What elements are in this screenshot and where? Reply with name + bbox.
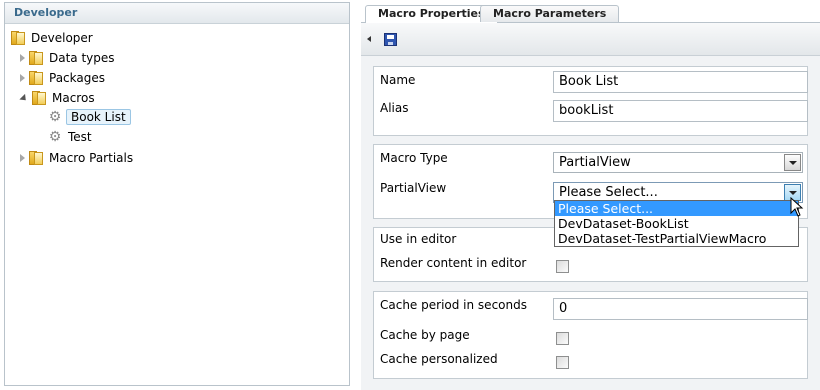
tab-macro-properties[interactable]: Macro Properties — [365, 5, 498, 23]
folder-icon — [32, 91, 46, 105]
tree-node-label: Book List — [66, 109, 131, 125]
tree-node-label: Test — [68, 130, 92, 144]
tree-panel: Developer Developer Data types Packages … — [4, 2, 350, 386]
toolbar — [361, 23, 820, 56]
name-input[interactable]: Book List — [553, 71, 808, 93]
save-icon[interactable] — [384, 33, 397, 46]
partial-view-label: PartialView — [380, 181, 447, 195]
folder-icon — [29, 151, 43, 165]
editor-panel: Macro Properties Macro Parameters Name B… — [361, 2, 820, 390]
tree-node-book-list[interactable]: ⚙ Book List — [48, 108, 131, 126]
collapse-arrow-icon[interactable] — [19, 93, 29, 103]
cache-group: Cache period in seconds 0 Cache by page … — [373, 291, 808, 379]
cache-personalized-label: Cache personalized — [380, 352, 498, 366]
macro-type-value: PartialView — [559, 155, 631, 170]
cache-by-page-label: Cache by page — [380, 328, 470, 342]
cache-by-page-checkbox[interactable] — [556, 332, 569, 345]
tab-macro-parameters[interactable]: Macro Parameters — [480, 5, 620, 22]
expand-arrow-icon[interactable] — [20, 74, 25, 82]
tab-bar: Macro Properties Macro Parameters — [361, 2, 820, 23]
use-in-editor-label: Use in editor — [380, 232, 457, 246]
alias-input[interactable]: bookList — [553, 100, 808, 122]
dropdown-option[interactable]: DevDataset-TestPartialViewMacro — [555, 231, 798, 246]
gear-icon: ⚙ — [48, 129, 62, 145]
tree-node-macros[interactable]: Macros — [19, 89, 97, 107]
name-label: Name — [380, 73, 416, 87]
gear-icon: ⚙ — [48, 109, 62, 125]
render-content-label: Render content in editor — [380, 256, 527, 270]
dropdown-option[interactable]: Please Select... — [555, 201, 798, 216]
tree-node-label: Data types — [49, 51, 115, 65]
folder-icon — [11, 31, 25, 45]
tree-node-label: Packages — [49, 71, 105, 85]
tree-node-test[interactable]: ⚙ Test — [48, 128, 94, 146]
tree-node-developer[interactable]: Developer — [11, 29, 95, 47]
folder-icon — [29, 51, 43, 65]
tree-node-label: Macros — [52, 91, 95, 105]
expand-arrow-icon[interactable] — [20, 54, 25, 62]
expand-arrow-icon[interactable] — [20, 154, 25, 162]
tree-node-data-types[interactable]: Data types — [20, 49, 117, 67]
folder-icon — [29, 71, 43, 85]
macro-type-select[interactable]: PartialView — [553, 152, 803, 173]
dropdown-option[interactable]: DevDataset-BookList — [555, 216, 798, 231]
mouse-cursor-icon — [790, 197, 804, 217]
cache-personalized-checkbox[interactable] — [556, 356, 569, 369]
chevron-down-icon[interactable] — [784, 154, 801, 171]
cache-period-label: Cache period in seconds — [380, 298, 527, 312]
partial-view-dropdown-list: Please Select... DevDataset-BookList Dev… — [554, 200, 799, 247]
tree-node-packages[interactable]: Packages — [20, 69, 107, 87]
name-alias-group: Name Book List Alias bookList — [373, 66, 808, 136]
render-content-checkbox[interactable] — [556, 260, 569, 273]
macro-type-label: Macro Type — [380, 151, 448, 165]
tree-header: Developer — [5, 3, 349, 24]
alias-label: Alias — [380, 101, 409, 115]
tree-node-macro-partials[interactable]: Macro Partials — [20, 149, 135, 167]
partial-view-value: Please Select... — [559, 185, 658, 200]
cache-period-input[interactable]: 0 — [553, 298, 808, 320]
tree-node-label: Developer — [31, 31, 93, 45]
toolbar-collapse-icon[interactable] — [367, 36, 371, 42]
tree-node-label: Macro Partials — [49, 151, 134, 165]
